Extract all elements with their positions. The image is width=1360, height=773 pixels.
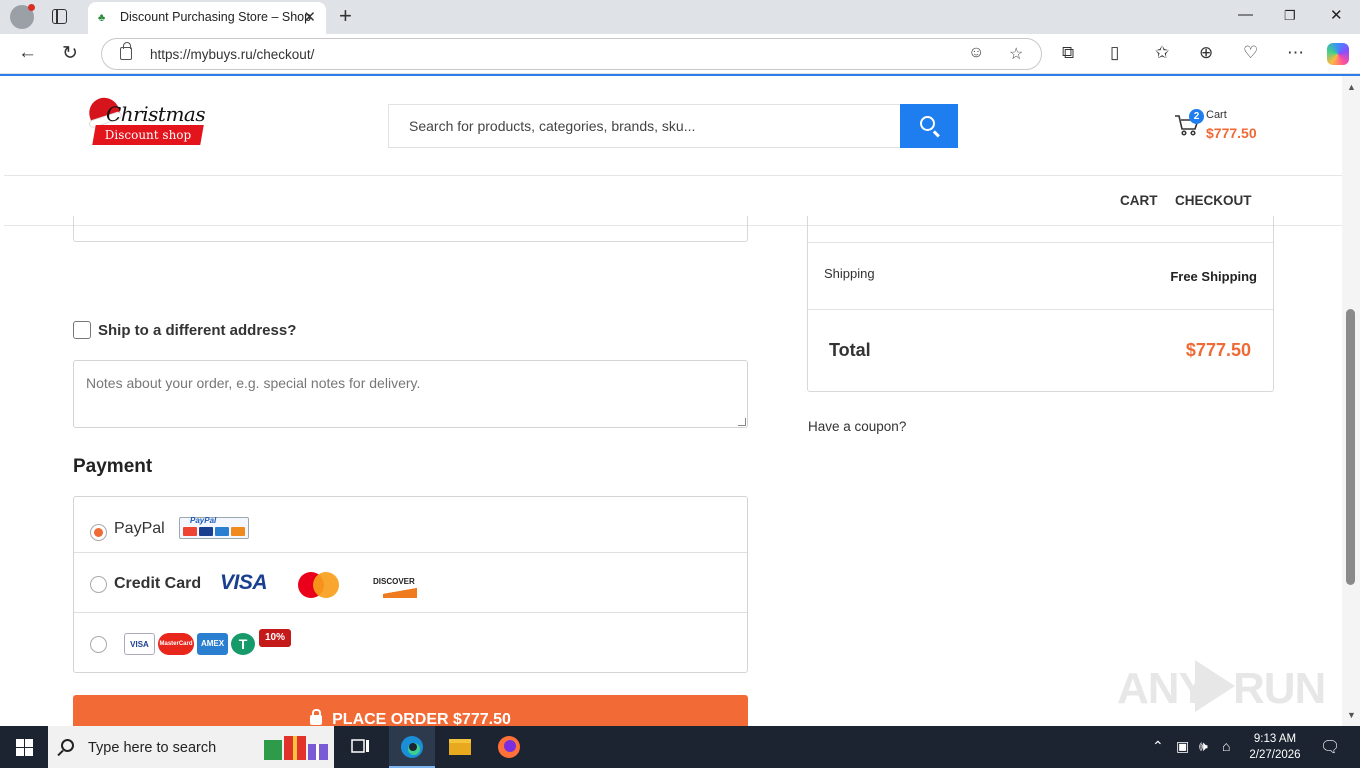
ship-different-checkbox[interactable] <box>73 321 91 339</box>
payment-methods: PayPal PayPal Credit Card VISA DISCOVER … <box>73 496 748 673</box>
page-viewport: Christmas Discount shop 2 Cart $777.50 C… <box>4 76 1342 726</box>
taskbar-search-placeholder: Type here to search <box>88 740 217 756</box>
browser-tab-bar: ♣ Discount Purchasing Store – Shop ✕ + —… <box>0 0 1360 34</box>
edge-taskbar-icon[interactable] <box>389 726 435 768</box>
product-search <box>388 104 901 148</box>
firefox-icon[interactable] <box>486 726 532 768</box>
paypal-cards-icon: PayPal <box>179 516 249 539</box>
payment-method-credit-card[interactable]: Credit Card VISA DISCOVER <box>74 553 747 613</box>
window-close-icon[interactable]: ✕ <box>1330 6 1343 24</box>
place-order-button[interactable]: PLACE ORDER $777.50 <box>73 695 748 726</box>
task-view-icon[interactable] <box>337 726 383 768</box>
copilot-icon[interactable] <box>1327 43 1349 65</box>
page-scrollbar[interactable]: ▲ ▼ <box>1342 76 1360 726</box>
ship-different-label: Ship to a different address? <box>98 322 297 339</box>
play-logo-icon <box>1195 660 1235 712</box>
tab-title: Discount Purchasing Store – Shop <box>120 10 312 24</box>
site-header: Christmas Discount shop 2 Cart $777.50 <box>4 76 1342 176</box>
cart-label: Cart <box>1206 109 1227 121</box>
cart-amount: $777.50 <box>1206 125 1257 141</box>
browser-toolbar: ← ↻ https://mybuys.ru/checkout/ ☺ ☆ ⧉ ▯ … <box>0 34 1360 74</box>
discover-logo-icon: DISCOVER <box>371 575 417 599</box>
windows-taskbar: Type here to search ⌃ ▣ 🕪 ⌂ 9:13 AM 2/27… <box>0 726 1360 768</box>
new-tab-icon[interactable]: + <box>339 3 352 29</box>
payment-method-label: PayPal <box>114 520 165 537</box>
meet-now-icon[interactable]: ▣ <box>1176 738 1189 755</box>
textarea-resize-handle[interactable] <box>738 418 746 426</box>
total-value: $777.50 <box>1185 340 1251 360</box>
order-summary: Shipping Free Shipping Total $777.50 <box>807 216 1274 392</box>
notifications-icon[interactable]: 🗨 <box>1320 737 1340 757</box>
order-notes-textarea[interactable] <box>73 360 748 428</box>
scroll-up-icon[interactable]: ▲ <box>1347 82 1356 92</box>
have-coupon-link[interactable]: Have a coupon? <box>808 419 906 434</box>
favorites-icon[interactable]: ✩ <box>1155 43 1169 63</box>
product-search-input[interactable] <box>389 105 901 147</box>
taskbar-clock[interactable]: 9:13 AM 2/27/2026 <box>1246 731 1304 763</box>
tab-close-icon[interactable]: ✕ <box>303 8 316 26</box>
reload-icon[interactable]: ↻ <box>62 42 78 65</box>
payment-method-label: Credit Card <box>114 575 202 592</box>
total-label: Total <box>829 340 871 360</box>
address-bar[interactable]: https://mybuys.ru/checkout/ ☺ ☆ <box>101 38 1042 70</box>
credit-card-radio[interactable] <box>90 576 107 593</box>
volume-icon[interactable]: 🕪 <box>1199 738 1208 755</box>
settings-more-icon[interactable]: ⋯ <box>1287 43 1304 63</box>
scrollbar-thumb[interactable] <box>1346 309 1355 585</box>
restore-icon[interactable]: ❐ <box>1284 8 1296 24</box>
previous-form-field[interactable] <box>73 216 748 242</box>
collections-icon[interactable]: ⊕ <box>1199 43 1213 63</box>
file-explorer-icon[interactable] <box>437 726 483 768</box>
show-hidden-icons[interactable]: ⌃ <box>1152 738 1164 755</box>
network-icon[interactable]: ⌂ <box>1222 738 1230 754</box>
site-favicon-icon: ♣ <box>98 12 106 24</box>
cards-radio[interactable] <box>90 636 107 653</box>
site-info-lock-icon[interactable] <box>120 42 132 60</box>
visa-logo-icon: VISA <box>220 571 268 594</box>
shipping-value: Free Shipping <box>1170 269 1257 284</box>
search-icon <box>920 116 935 131</box>
taskbar-search-box[interactable]: Type here to search <box>48 726 334 768</box>
profile-avatar-icon[interactable] <box>10 4 35 29</box>
clock-time: 9:13 AM <box>1253 733 1297 745</box>
url-text: https://mybuys.ru/checkout/ <box>150 47 315 62</box>
payment-method-paypal[interactable]: PayPal PayPal <box>74 497 747 553</box>
cart-count-badge: 2 <box>1189 109 1204 124</box>
shipping-label: Shipping <box>824 266 875 281</box>
mini-cart[interactable]: 2 Cart $777.50 <box>1174 106 1294 146</box>
search-button[interactable] <box>900 104 958 148</box>
search-icon <box>61 739 74 752</box>
minimize-icon[interactable]: — <box>1238 6 1253 23</box>
scroll-down-icon[interactable]: ▼ <box>1347 710 1356 720</box>
payment-method-cards[interactable]: VISA MasterCard AMEX T 10% <box>74 613 747 673</box>
nav-cart-link[interactable]: CART <box>1120 193 1158 208</box>
site-logo[interactable]: Christmas Discount shop <box>85 93 206 150</box>
tab-actions-icon[interactable] <box>52 9 67 24</box>
gifts-search-highlight-icon <box>264 736 328 760</box>
back-arrow-icon[interactable]: ← <box>18 42 37 64</box>
favorite-star-icon[interactable]: ☆ <box>1009 44 1023 64</box>
lock-icon <box>310 709 323 725</box>
nav-checkout-link[interactable]: CHECKOUT <box>1175 193 1252 208</box>
split-screen-icon[interactable]: ▯ <box>1110 43 1119 63</box>
windows-start-icon[interactable] <box>16 739 33 756</box>
payment-heading: Payment <box>73 456 153 477</box>
tether-icon: T <box>231 633 255 655</box>
mastercard-logo-icon <box>298 572 340 598</box>
read-aloud-icon[interactable]: ☺ <box>968 44 984 62</box>
extensions-icon[interactable]: ⧉ <box>1062 43 1074 63</box>
browser-essentials-icon[interactable]: ♡ <box>1243 43 1258 63</box>
clock-date: 2/27/2026 <box>1249 749 1301 761</box>
paypal-radio[interactable] <box>90 524 107 541</box>
browser-tab-active[interactable]: ♣ Discount Purchasing Store – Shop ✕ <box>88 2 326 34</box>
anyrun-watermark: ANY RUN <box>1117 656 1326 718</box>
